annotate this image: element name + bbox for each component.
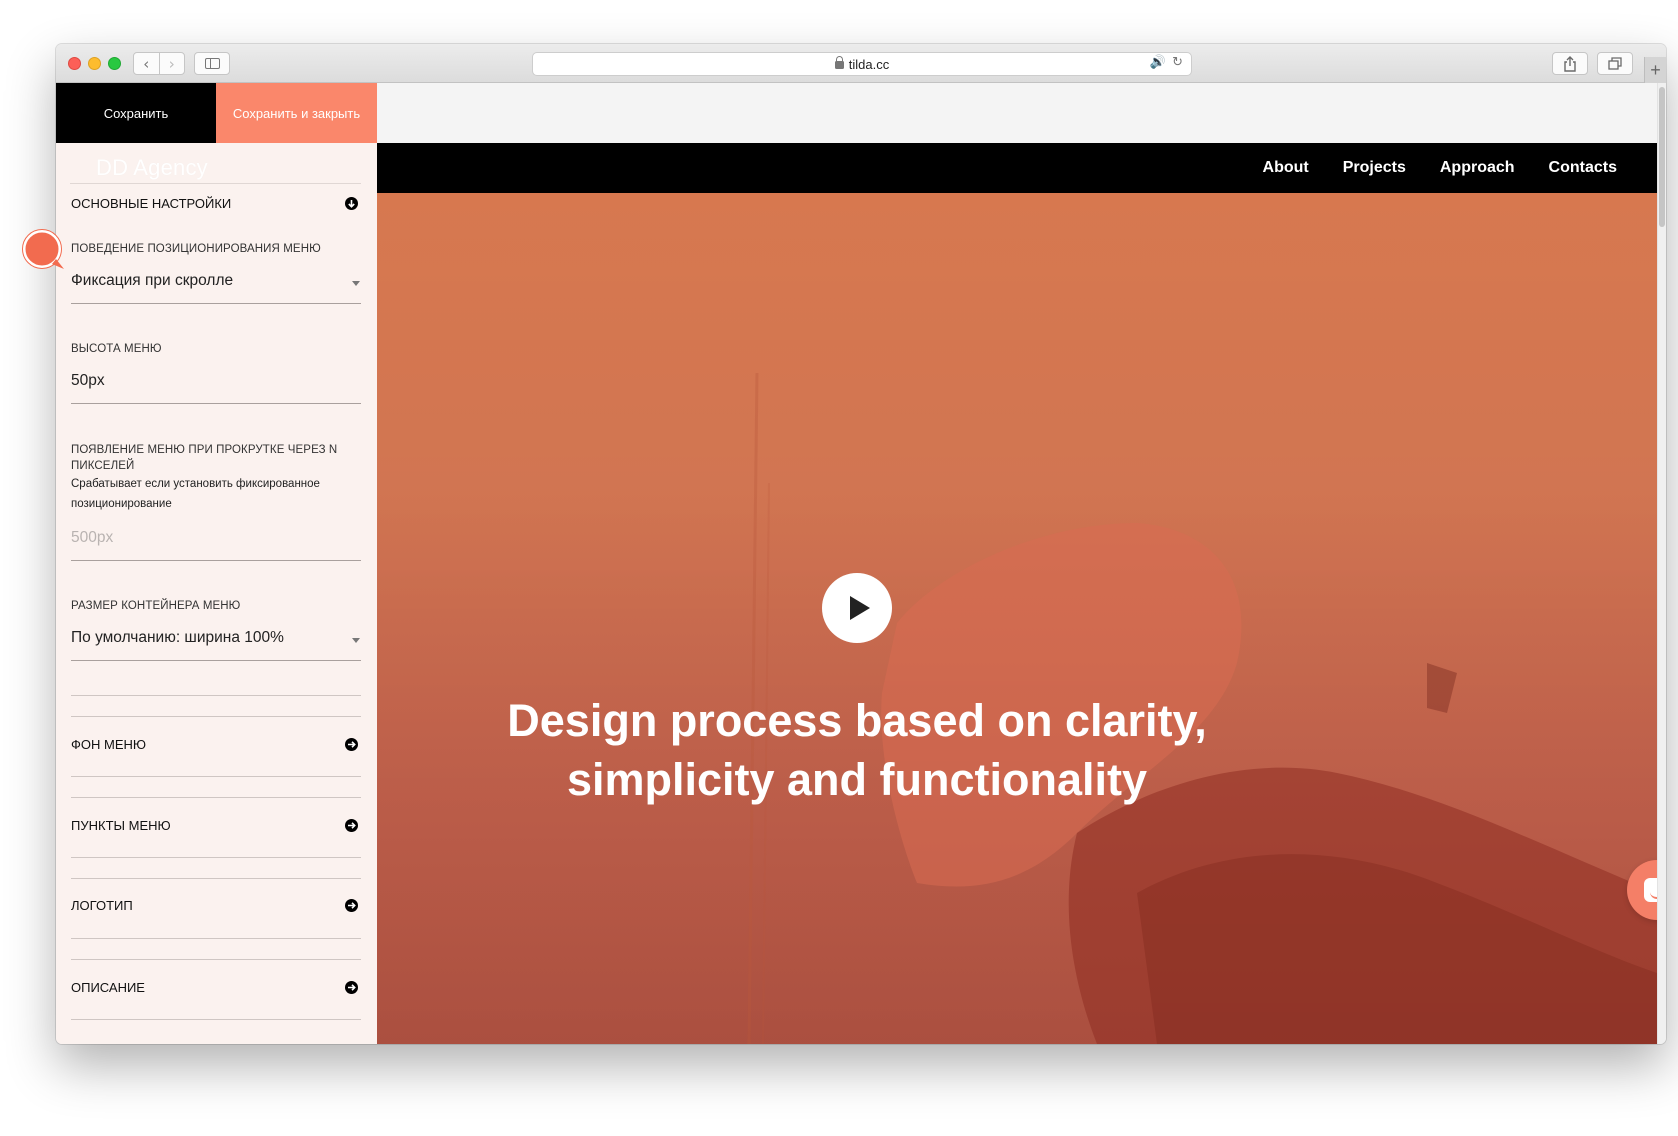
tab-overview-button[interactable]: [1597, 52, 1633, 75]
arrow-right-circle-icon: [345, 899, 358, 912]
divider: [71, 716, 361, 717]
new-tab-button[interactable]: +: [1644, 57, 1666, 83]
tip-marker-icon[interactable]: [22, 229, 68, 275]
hero-title-line-2: simplicity and functionality: [566, 754, 1148, 805]
section-menu-items[interactable]: ПУНКТЫ МЕНЮ: [71, 818, 361, 833]
site-menu-bar: About Projects Approach Contacts: [377, 143, 1657, 193]
chevron-down-icon: [352, 638, 360, 643]
save-and-close-button[interactable]: Сохранить и закрыть: [216, 83, 377, 143]
history-nav: ‹ ›: [133, 52, 185, 75]
site-preview: About Projects Approach Contacts Design …: [377, 83, 1666, 1044]
url-text: tilda.cc: [848, 56, 890, 72]
section-label: ФОН МЕНЮ: [71, 737, 147, 752]
menu-item-approach[interactable]: Approach: [1440, 159, 1515, 177]
section-label: ПУНКТЫ МЕНЮ: [71, 818, 171, 833]
arrow-right-circle-icon: [345, 738, 358, 751]
browser-titlebar: ‹ › tilda.cc 🔊 ↻ +: [56, 44, 1666, 83]
divider: [71, 857, 361, 858]
sidebar-toggle-button[interactable]: [194, 52, 230, 75]
section-menu-background[interactable]: ФОН МЕНЮ: [71, 737, 361, 752]
position-behavior-label: ПОВЕДЕНИЕ ПОЗИЦИОНИРОВАНИЯ МЕНЮ: [71, 243, 321, 255]
speaker-icon[interactable]: 🔊: [1150, 55, 1166, 70]
url-actions: 🔊 ↻: [1150, 55, 1183, 70]
arrow-right-circle-icon: [345, 981, 358, 994]
container-size-select[interactable]: По умолчанию: ширина 100%: [71, 629, 284, 647]
arrow-right-circle-icon: [345, 819, 358, 832]
page-content: Сохранить Сохранить и закрыть DD Agency …: [56, 83, 1666, 1044]
lock-icon: [834, 56, 844, 69]
menu-item-about[interactable]: About: [1263, 159, 1309, 177]
hero-cover: Design process based on clarity, simplic…: [377, 193, 1657, 1044]
tabs-icon: [1607, 57, 1622, 70]
screen: ‹ › tilda.cc 🔊 ↻ + Сохранить Сохранить и…: [0, 0, 1678, 1136]
divider: [70, 183, 361, 184]
section-main-settings-label: ОСНОВНЫЕ НАСТРОЙКИ: [71, 196, 232, 211]
divider: [71, 1019, 361, 1020]
minimize-window-button[interactable]: [88, 57, 101, 70]
scrollbar-thumb[interactable]: [1659, 87, 1665, 227]
menu-item-contacts[interactable]: Contacts: [1549, 159, 1617, 177]
sidebar-icon: [204, 58, 220, 69]
hero-title-line-1: Design process based on clarity,: [507, 695, 1207, 746]
address-bar[interactable]: tilda.cc 🔊 ↻: [532, 52, 1192, 76]
panel-ghost-title: DD Agency: [96, 155, 208, 180]
section-description[interactable]: ОПИСАНИЕ: [71, 980, 361, 995]
zoom-window-button[interactable]: [108, 57, 121, 70]
menu-item-projects[interactable]: Projects: [1343, 159, 1406, 177]
play-video-button[interactable]: [822, 573, 892, 643]
share-button[interactable]: [1552, 52, 1588, 75]
section-main-settings[interactable]: ОСНОВНЫЕ НАСТРОЙКИ: [71, 196, 361, 211]
forward-button[interactable]: ›: [158, 53, 185, 74]
editor-panel: Сохранить Сохранить и закрыть DD Agency …: [56, 83, 377, 1044]
share-icon: [1564, 55, 1576, 72]
divider: [71, 776, 361, 777]
divider: [71, 797, 361, 798]
position-behavior-select[interactable]: Фиксация при скролле: [71, 272, 233, 290]
section-label: ОПИСАНИЕ: [71, 980, 145, 995]
divider: [71, 695, 361, 696]
appear-offset-label: ПОЯВЛЕНИЕ МЕНЮ ПРИ ПРОКРУТКЕ ЧЕРЕЗ N ПИК…: [71, 444, 338, 472]
divider: [71, 938, 361, 939]
play-icon: [849, 596, 870, 620]
chevron-down-icon: [352, 281, 360, 286]
appear-offset-input[interactable]: 500px: [71, 529, 113, 547]
browser-window: ‹ › tilda.cc 🔊 ↻ + Сохранить Сохранить и…: [56, 44, 1666, 1044]
divider: [71, 303, 361, 304]
reload-icon[interactable]: ↻: [1172, 55, 1183, 70]
page-scrollbar[interactable]: [1657, 83, 1666, 1044]
hero-title: Design process based on clarity, simplic…: [457, 691, 1257, 809]
appear-offset-hint: Срабатывает если установить фиксированно…: [71, 478, 320, 510]
section-logo[interactable]: ЛОГОТИП: [71, 898, 361, 913]
close-window-button[interactable]: [68, 57, 81, 70]
divider: [71, 403, 361, 404]
arrow-down-circle-icon: [345, 197, 358, 210]
back-button[interactable]: ‹: [134, 53, 159, 74]
menu-height-input[interactable]: 50px: [71, 372, 105, 390]
container-size-label: РАЗМЕР КОНТЕЙНЕРА МЕНЮ: [71, 600, 241, 612]
save-button[interactable]: Сохранить: [56, 83, 216, 143]
divider: [71, 560, 361, 561]
divider: [71, 660, 361, 661]
hero-background-image: [377, 193, 1657, 1044]
divider: [71, 959, 361, 960]
section-label: ЛОГОТИП: [71, 898, 133, 913]
divider: [71, 878, 361, 879]
menu-height-label: ВЫСОТА МЕНЮ: [71, 343, 162, 355]
